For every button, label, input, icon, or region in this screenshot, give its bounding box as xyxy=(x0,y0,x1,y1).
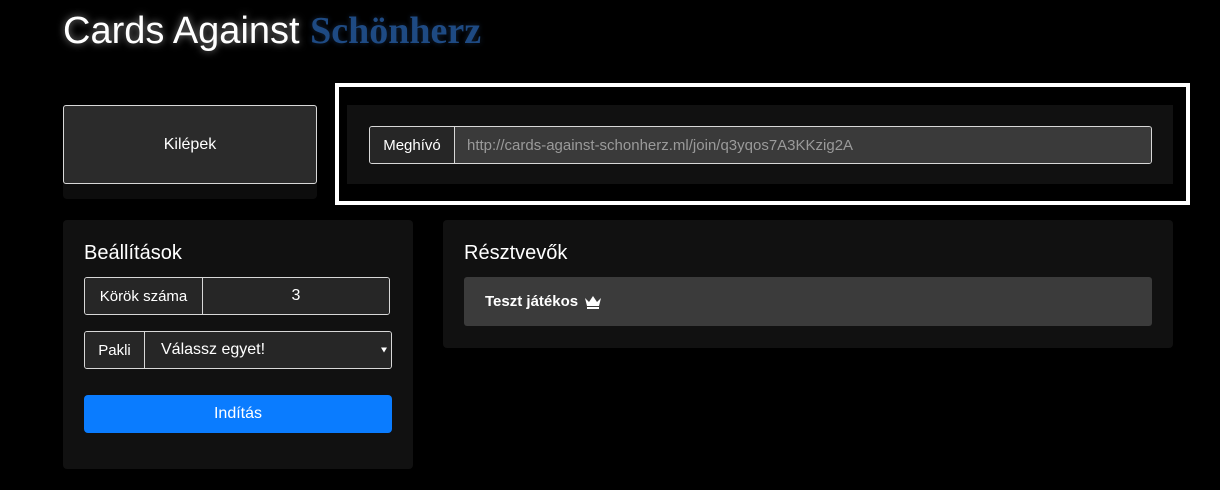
start-button[interactable]: Indítás xyxy=(84,395,392,433)
app-title: Cards Against Schönherz xyxy=(63,8,481,54)
rounds-input-group: Körök száma 3 xyxy=(84,277,390,315)
app-title-brand: Schönherz xyxy=(310,10,482,52)
rounds-input[interactable]: 3 xyxy=(203,278,389,314)
invite-link-input[interactable]: http://cards-against-schonherz.ml/join/q… xyxy=(455,127,1151,163)
deck-label: Pakli xyxy=(85,332,145,368)
participants-title: Résztvevők xyxy=(464,242,568,264)
deck-selected-value: Válassz egyet! xyxy=(161,341,266,358)
app-title-main: Cards Against xyxy=(63,10,300,52)
participant-row: Teszt játékos xyxy=(464,277,1152,326)
settings-title: Beállítások xyxy=(84,242,182,264)
participant-name: Teszt játékos xyxy=(485,293,579,310)
rounds-label: Körök száma xyxy=(85,278,203,314)
deck-select-group: Pakli Válassz egyet! xyxy=(84,331,392,369)
chevron-down-icon xyxy=(381,347,387,353)
invite-link-group: Meghívó http://cards-against-schonherz.m… xyxy=(369,126,1152,164)
exit-button[interactable]: Kilépek xyxy=(63,105,317,184)
crown-icon xyxy=(584,294,602,310)
exit-panel: Kilépek xyxy=(63,105,317,199)
invite-label: Meghívó xyxy=(370,127,455,163)
deck-select[interactable]: Válassz egyet! xyxy=(145,332,391,368)
